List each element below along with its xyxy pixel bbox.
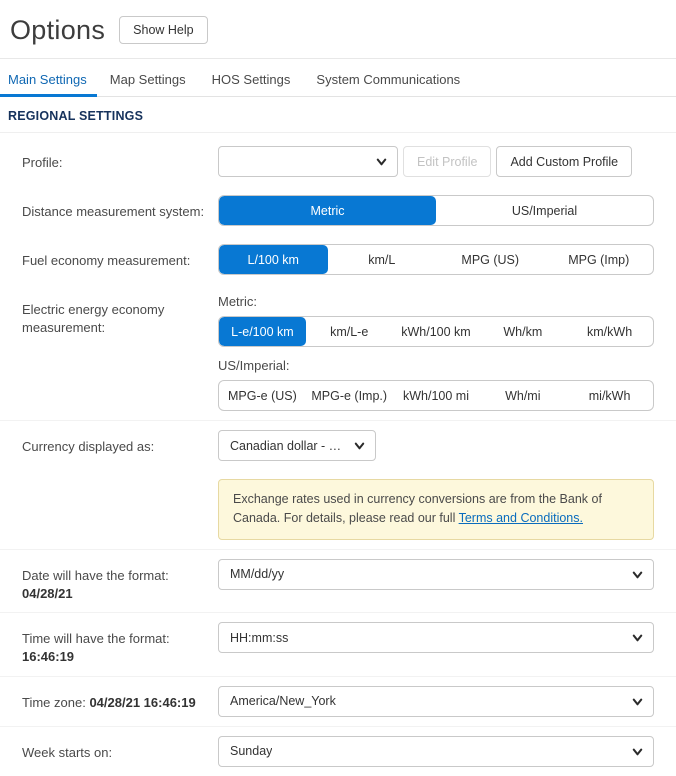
tab-main-settings[interactable]: Main Settings xyxy=(0,59,97,97)
notice-row: Exchange rates used in currency conversi… xyxy=(0,470,676,549)
distance-option-us-imperial[interactable]: US/Imperial xyxy=(436,196,653,225)
regional-settings-form: Profile: Edit Profile Add Custom Profile… xyxy=(0,133,676,776)
currency-select-value: Canadian dollar - CAD xyxy=(230,439,345,453)
date-format-label: Date will have the format: 04/28/21 xyxy=(22,559,218,603)
electric-option-mpge-imp[interactable]: MPG-e (Imp.) xyxy=(306,381,393,410)
date-format-row: Date will have the format: 04/28/21 MM/d… xyxy=(0,549,676,612)
chevron-down-icon xyxy=(353,439,366,452)
page-title: Options xyxy=(10,13,105,47)
exchange-rate-notice: Exchange rates used in currency conversi… xyxy=(218,479,654,540)
chevron-down-icon xyxy=(631,695,644,708)
distance-label: Distance measurement system: xyxy=(22,195,218,221)
electric-option-km-le[interactable]: km/L-e xyxy=(306,317,393,346)
tab-bar: Main Settings Map Settings HOS Settings … xyxy=(0,59,676,97)
chevron-down-icon xyxy=(375,155,388,168)
add-custom-profile-button[interactable]: Add Custom Profile xyxy=(496,146,632,177)
time-zone-select-value: America/New_York xyxy=(230,694,336,708)
electric-row: Electric energy economy measurement: Met… xyxy=(0,284,676,420)
distance-row: Distance measurement system: Metric US/I… xyxy=(0,186,676,235)
page-header: Options Show Help xyxy=(0,0,676,59)
chevron-down-icon xyxy=(631,745,644,758)
show-help-button[interactable]: Show Help xyxy=(119,16,207,44)
electric-option-km-kwh[interactable]: km/kWh xyxy=(566,317,653,346)
time-preview: 16:46:19 xyxy=(22,649,74,664)
electric-option-le-100km[interactable]: L-e/100 km xyxy=(219,317,306,346)
distance-option-metric[interactable]: Metric xyxy=(219,196,436,225)
time-zone-label: Time zone: 04/28/21 16:46:19 xyxy=(22,686,218,712)
chevron-down-icon xyxy=(631,568,644,581)
edit-profile-button[interactable]: Edit Profile xyxy=(403,146,491,177)
time-format-select-value: HH:mm:ss xyxy=(230,631,288,645)
electric-option-wh-km[interactable]: Wh/km xyxy=(479,317,566,346)
electric-metric-segmented-control: L-e/100 km km/L-e kWh/100 km Wh/km km/kW… xyxy=(218,316,654,347)
profile-label: Profile: xyxy=(22,146,218,172)
time-zone-row: Time zone: 04/28/21 16:46:19 America/New… xyxy=(0,676,676,726)
fuel-option-km-l[interactable]: km/L xyxy=(328,245,437,274)
electric-imperial-segmented-control: MPG-e (US) MPG-e (Imp.) kWh/100 mi Wh/mi… xyxy=(218,380,654,411)
electric-label: Electric energy economy measurement: xyxy=(22,293,218,337)
section-title-regional-settings: REGIONAL SETTINGS xyxy=(0,97,676,133)
electric-option-kwh-100mi[interactable]: kWh/100 mi xyxy=(393,381,480,410)
date-preview: 04/28/21 xyxy=(22,586,73,601)
time-zone-preview: 04/28/21 16:46:19 xyxy=(89,695,195,710)
notice-spacer xyxy=(22,479,218,487)
tab-hos-settings[interactable]: HOS Settings xyxy=(199,59,304,97)
week-start-row: Week starts on: Sunday xyxy=(0,726,676,776)
week-start-select-value: Sunday xyxy=(230,744,272,758)
fuel-option-mpg-imp[interactable]: MPG (Imp) xyxy=(545,245,654,274)
electric-option-mi-kwh[interactable]: mi/kWh xyxy=(566,381,653,410)
time-format-label: Time will have the format: 16:46:19 xyxy=(22,622,218,666)
electric-option-mpge-us[interactable]: MPG-e (US) xyxy=(219,381,306,410)
time-zone-select[interactable]: America/New_York xyxy=(218,686,654,717)
tab-map-settings[interactable]: Map Settings xyxy=(97,59,199,97)
currency-label: Currency displayed as: xyxy=(22,430,218,456)
fuel-segmented-control: L/100 km km/L MPG (US) MPG (Imp) xyxy=(218,244,654,275)
chevron-down-icon xyxy=(631,631,644,644)
currency-select[interactable]: Canadian dollar - CAD xyxy=(218,430,376,461)
profile-select[interactable] xyxy=(218,146,398,177)
week-start-select[interactable]: Sunday xyxy=(218,736,654,767)
fuel-row: Fuel economy measurement: L/100 km km/L … xyxy=(0,235,676,284)
tab-system-communications[interactable]: System Communications xyxy=(303,59,473,97)
electric-option-kwh-100km[interactable]: kWh/100 km xyxy=(393,317,480,346)
fuel-option-l-100km[interactable]: L/100 km xyxy=(219,245,328,274)
electric-metric-label: Metric: xyxy=(218,294,654,309)
fuel-label: Fuel economy measurement: xyxy=(22,244,218,270)
date-format-select[interactable]: MM/dd/yy xyxy=(218,559,654,590)
time-format-select[interactable]: HH:mm:ss xyxy=(218,622,654,653)
terms-and-conditions-link[interactable]: Terms and Conditions. xyxy=(459,511,583,525)
profile-row: Profile: Edit Profile Add Custom Profile xyxy=(0,137,676,186)
date-format-select-value: MM/dd/yy xyxy=(230,567,284,581)
electric-imperial-label: US/Imperial: xyxy=(218,358,654,373)
currency-row: Currency displayed as: Canadian dollar -… xyxy=(0,420,676,470)
week-start-label: Week starts on: xyxy=(22,736,218,762)
distance-segmented-control: Metric US/Imperial xyxy=(218,195,654,226)
electric-option-wh-mi[interactable]: Wh/mi xyxy=(479,381,566,410)
time-format-row: Time will have the format: 16:46:19 HH:m… xyxy=(0,612,676,675)
fuel-option-mpg-us[interactable]: MPG (US) xyxy=(436,245,545,274)
